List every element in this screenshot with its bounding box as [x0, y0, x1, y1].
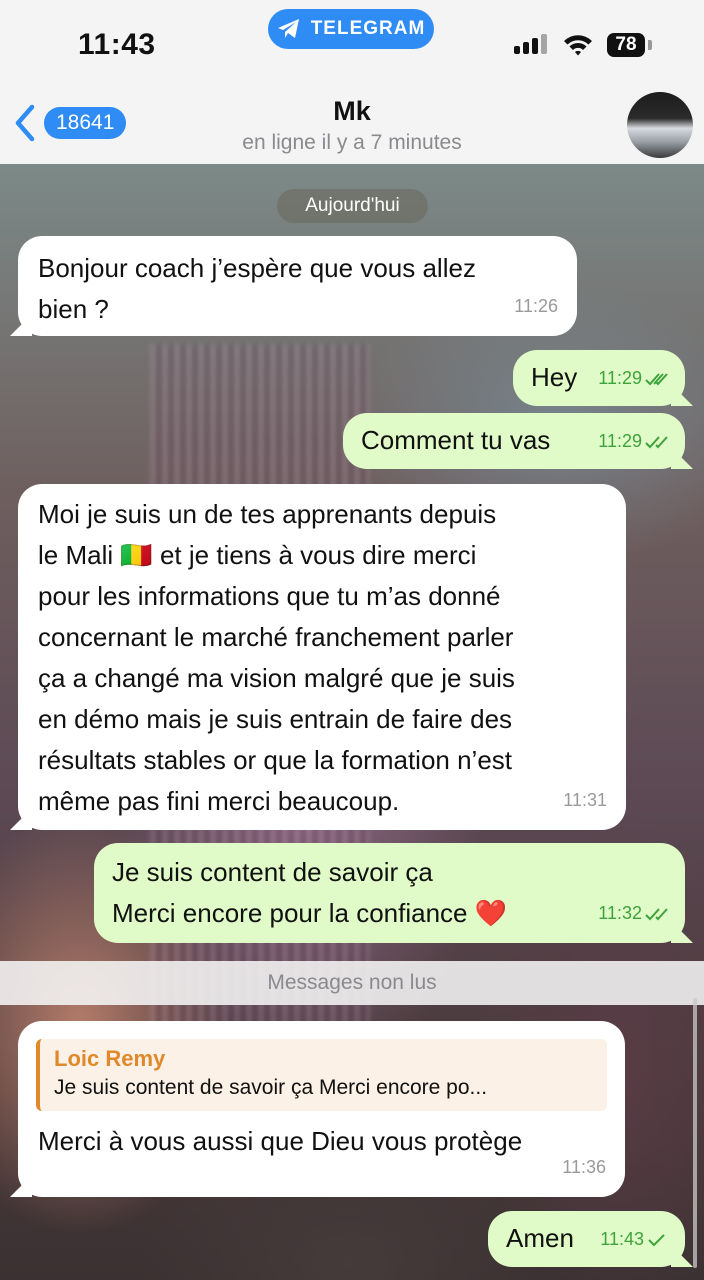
reply-snippet: Je suis content de savoir ça Merci encor… [54, 1076, 488, 1099]
chat-scrollbar[interactable] [693, 998, 697, 1268]
reply-preview[interactable]: Loic Remy Je suis content de savoir ça M… [36, 1039, 607, 1111]
message-meta: 11:32 [598, 893, 671, 934]
cellular-signal-icon [514, 34, 547, 54]
message-bubble-outgoing[interactable]: Je suis content de savoir ça Merci encor… [94, 843, 693, 943]
message-time: 11:29 [598, 431, 642, 451]
wifi-icon [564, 35, 592, 56]
message-meta: 11:26 [514, 286, 558, 327]
battery-indicator: 78 [607, 33, 645, 57]
message-meta: 11:29 [598, 358, 671, 399]
message-time: 11:32 [598, 903, 642, 923]
message-text: Moi je suis un de tes apprenants depuis … [38, 499, 515, 816]
message-time: 11:26 [514, 296, 558, 316]
top-bar: 11:43 TELEGRAM 78 18641 Mk en ligne il y… [0, 0, 704, 164]
message-meta: 11:43 [600, 1219, 667, 1260]
status-time: 11:43 [78, 28, 156, 61]
message-bubble-incoming[interactable]: Bonjour coach j’espère que vous allez bi… [10, 236, 577, 336]
date-separator: Aujourd'hui [277, 189, 428, 223]
message-meta: 11:31 [563, 780, 607, 821]
contact-name[interactable]: Mk [0, 96, 704, 127]
battery-tip [648, 40, 652, 50]
message-bubble-outgoing[interactable]: Comment tu vas 11:29 [343, 413, 693, 469]
message-meta: 11:29 [598, 421, 671, 462]
unread-messages-separator: Messages non lus [0, 961, 704, 1005]
message-text: Merci à vous aussi que Dieu vous protège [38, 1126, 523, 1156]
contact-status: en ligne il y a 7 minutes [242, 131, 462, 154]
message-meta: 11:36 [562, 1147, 606, 1188]
telegram-pill-label: TELEGRAM [310, 18, 426, 39]
message-text: Bonjour coach j’espère que vous allez bi… [38, 253, 476, 324]
double-check-icon [645, 435, 668, 448]
message-time: 11:31 [563, 790, 607, 810]
double-check-icon [645, 907, 668, 920]
contact-avatar[interactable] [627, 92, 693, 158]
single-check-icon [648, 1233, 665, 1246]
telegram-icon [277, 19, 299, 38]
message-bubble-outgoing[interactable]: Amen 11:43 [488, 1211, 693, 1267]
message-bubble-incoming[interactable]: Loic Remy Je suis content de savoir ça M… [10, 1021, 625, 1197]
double-check-icon [645, 372, 668, 385]
message-time: 11:29 [598, 368, 642, 388]
message-bubble-outgoing[interactable]: Hey 11:29 [513, 350, 693, 406]
message-time: 11:43 [600, 1229, 644, 1249]
message-time: 11:36 [562, 1157, 606, 1177]
telegram-pill[interactable]: TELEGRAM [268, 9, 434, 49]
reply-author: Loic Remy [54, 1046, 166, 1071]
message-bubble-incoming[interactable]: Moi je suis un de tes apprenants depuis … [10, 484, 626, 830]
